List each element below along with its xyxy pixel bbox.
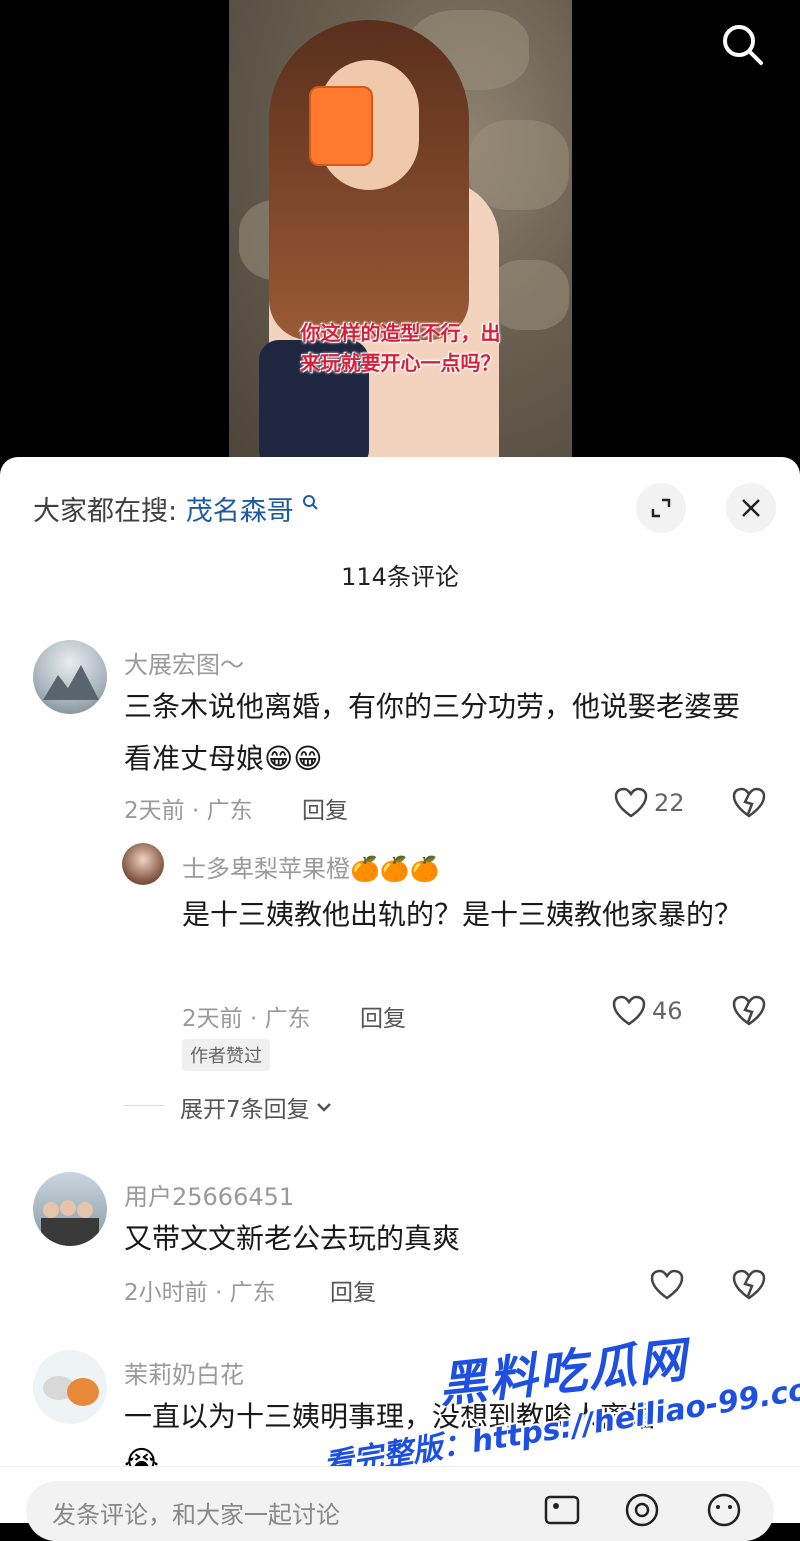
video-player[interactable]: 你这样的造型不行，出 来玩就要开心一点吗？ <box>0 0 800 470</box>
dislike-icon[interactable] <box>732 1269 766 1305</box>
comment-input-bar: 发条评论，和大家一起讨论 <box>0 1466 800 1541</box>
chevron-down-icon <box>316 1103 331 1112</box>
search-icon[interactable] <box>718 20 766 68</box>
expand-replies-button[interactable]: 展开7条回复 <box>180 1090 332 1124</box>
comment-username[interactable]: 茉莉奶白花 <box>124 1355 244 1390</box>
avatar[interactable] <box>33 1172 107 1246</box>
reply-button[interactable]: 回复 <box>330 1273 376 1307</box>
expand-icon[interactable] <box>636 483 686 533</box>
like-count: 22 <box>654 789 685 817</box>
avatar[interactable] <box>33 640 107 714</box>
comment-reply-item: 士多卑梨苹果橙🍊🍊🍊 是十三姨教他出轨的？是十三姨教他家暴的？ 2天前 · 广东… <box>0 843 800 1133</box>
avatar[interactable] <box>33 1350 107 1424</box>
dislike-icon[interactable] <box>732 995 766 1031</box>
hot-search-label: 大家都在搜: <box>33 496 178 527</box>
comment-input[interactable]: 发条评论，和大家一起讨论 <box>26 1481 774 1541</box>
emoji-icon[interactable] <box>706 1493 742 1531</box>
heart-icon <box>650 1269 684 1300</box>
comment-username[interactable]: 大展宏图～ <box>124 645 244 680</box>
avatar[interactable] <box>122 843 164 885</box>
hot-search[interactable]: 大家都在搜: 茂名森哥 <box>33 489 319 528</box>
reply-button[interactable]: 回复 <box>302 791 348 825</box>
comment-count: 114条评论 <box>341 563 459 591</box>
divider <box>124 1105 164 1106</box>
like-button[interactable]: 46 <box>612 995 683 1027</box>
comment-meta: 2小时前 · 广东 <box>124 1280 276 1306</box>
comment-item: 用户25666451 又带文文新老公去玩的真爽 2小时前 · 广东 回复 <box>0 1169 800 1319</box>
expand-replies-label: 展开7条回复 <box>180 1097 310 1123</box>
heart-icon <box>614 787 648 818</box>
like-count: 46 <box>652 997 683 1025</box>
comment-item: 大展宏图～ 三条木说他离婚，有你的三分功劳，他说娶老婆要看准丈母娘😁😁 2天前 … <box>0 637 800 824</box>
search-small-icon <box>303 495 319 510</box>
phone-in-video <box>309 86 373 166</box>
like-button[interactable]: 22 <box>614 787 685 819</box>
comment-username[interactable]: 士多卑梨苹果橙🍊🍊🍊 <box>182 849 440 884</box>
comment-text: 是十三姨教他出轨的？是十三姨教他家暴的？ <box>182 898 743 931</box>
close-icon[interactable] <box>726 483 776 533</box>
heart-icon <box>612 995 646 1026</box>
comment-username[interactable]: 用户25666451 <box>124 1177 294 1212</box>
comment-input-placeholder: 发条评论，和大家一起讨论 <box>52 1501 340 1529</box>
video-frame: 你这样的造型不行，出 来玩就要开心一点吗？ <box>229 0 572 470</box>
comment-text: 又带文文新老公去玩的真爽 <box>124 1222 461 1255</box>
comment-text: 三条木说他离婚，有你的三分功劳，他说娶老婆要看准丈母娘😁😁 <box>124 690 741 775</box>
dislike-icon[interactable] <box>732 787 766 823</box>
comment-meta: 2天前 · 广东 <box>124 798 253 824</box>
image-icon[interactable] <box>544 1495 580 1529</box>
like-button[interactable] <box>650 1269 684 1305</box>
reply-button[interactable]: 回复 <box>360 999 406 1033</box>
hot-search-term[interactable]: 茂名森哥 <box>186 496 294 527</box>
comment-meta: 2天前 · 广东 <box>182 1006 311 1032</box>
author-liked-badge: 作者赞过 <box>182 1039 270 1071</box>
mention-icon[interactable] <box>624 1493 660 1531</box>
video-subtitle: 你这样的造型不行，出 来玩就要开心一点吗？ <box>300 321 501 375</box>
